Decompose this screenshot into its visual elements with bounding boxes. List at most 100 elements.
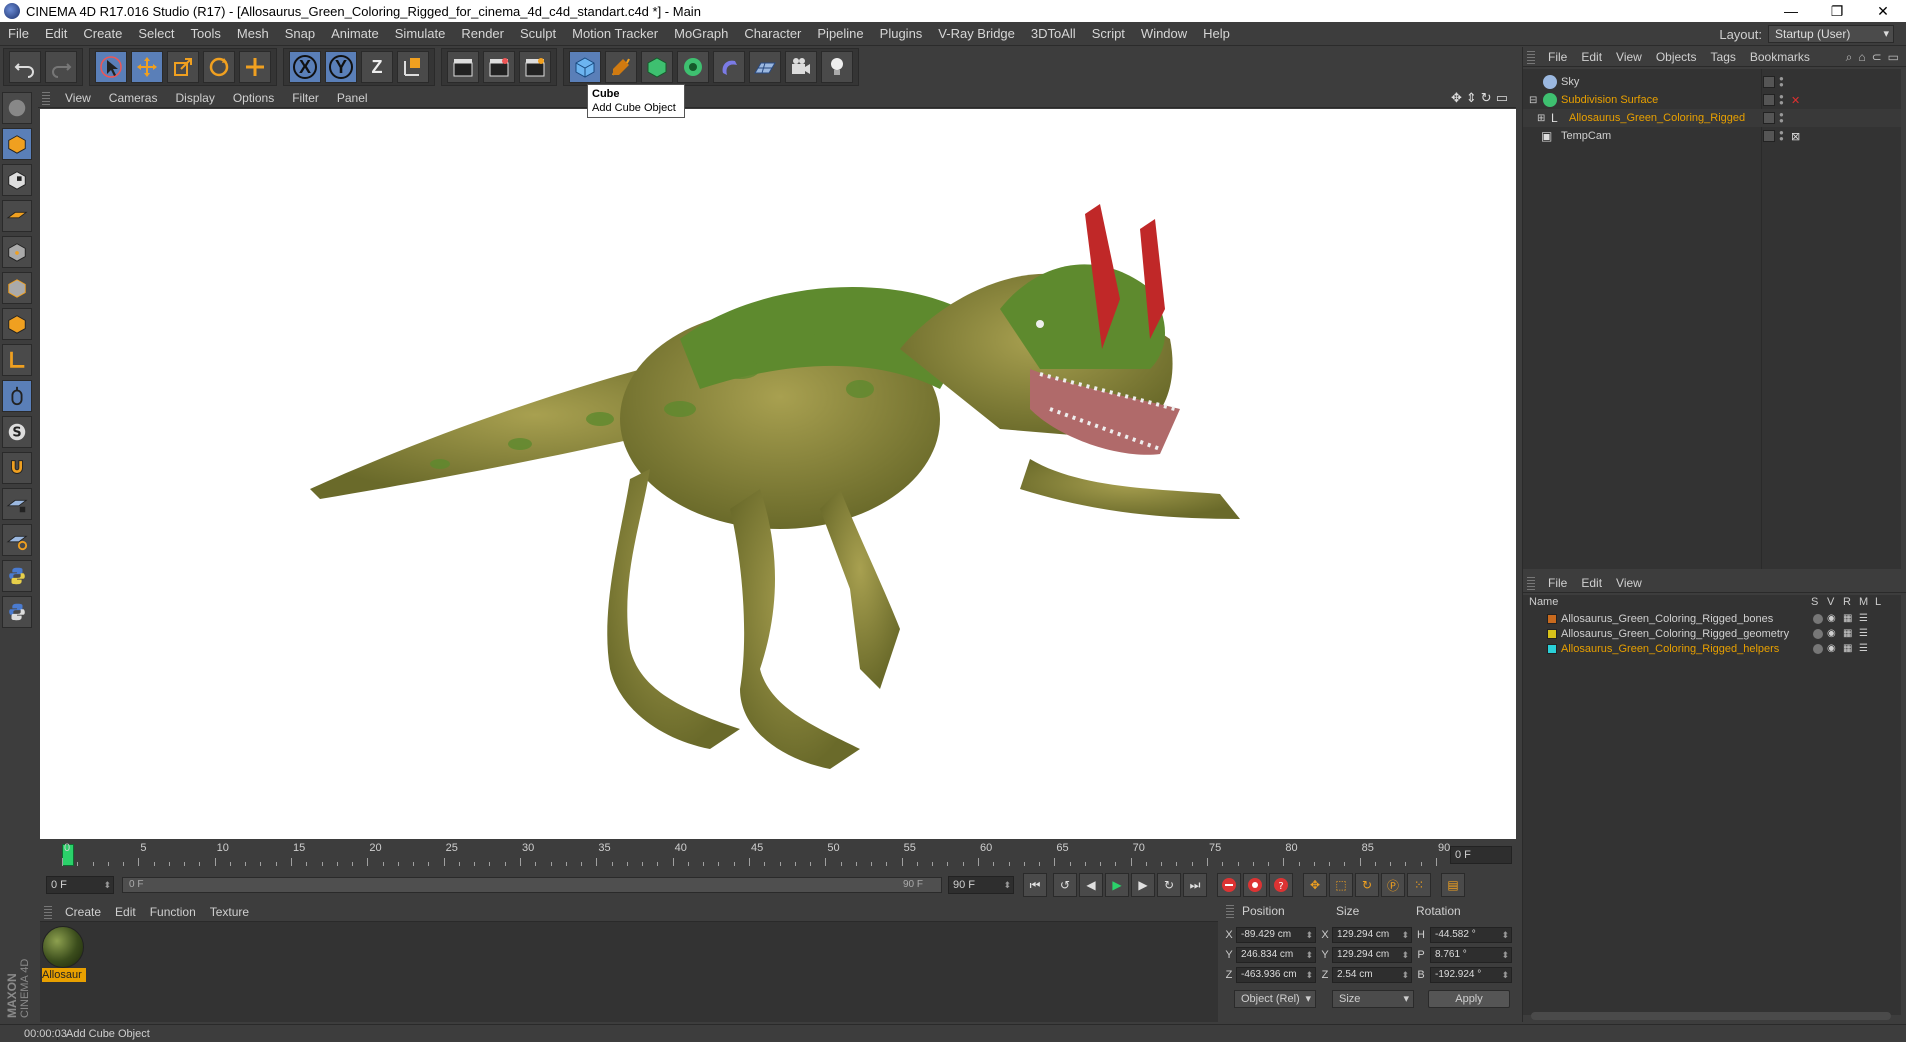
play-button[interactable]: ▶ bbox=[1105, 873, 1129, 897]
visibility-dots[interactable]: ● ● bbox=[1779, 129, 1785, 143]
material-menu-edit[interactable]: Edit bbox=[108, 905, 143, 919]
view-eye-icon[interactable]: ◉ bbox=[1827, 613, 1836, 624]
disabled-x-icon[interactable]: ✕ bbox=[1791, 94, 1800, 107]
collapse-icon[interactable]: ⊟ bbox=[1529, 95, 1537, 106]
go-to-next-frame-button[interactable]: ▶ bbox=[1131, 873, 1155, 897]
layer-row-helpers[interactable]: Allosaurus_Green_Coloring_Rigged_helpers… bbox=[1523, 641, 1901, 656]
menu-animate[interactable]: Animate bbox=[323, 26, 387, 41]
menu-create[interactable]: Create bbox=[75, 26, 130, 41]
visibility-dots[interactable]: ● ● bbox=[1779, 111, 1785, 125]
position-y-field[interactable]: 246.834 cm bbox=[1236, 947, 1316, 963]
move-tool-button[interactable] bbox=[131, 51, 163, 83]
panel-grip[interactable] bbox=[1226, 904, 1234, 918]
menu-script[interactable]: Script bbox=[1084, 26, 1133, 41]
panel-grip[interactable] bbox=[1527, 49, 1535, 64]
scale-tool-button[interactable] bbox=[167, 51, 199, 83]
pen-spline-button[interactable] bbox=[605, 51, 637, 83]
viewport-menu-panel[interactable]: Panel bbox=[328, 91, 377, 105]
edit-visibility-toggle[interactable] bbox=[1763, 112, 1775, 124]
menu-help[interactable]: Help bbox=[1195, 26, 1238, 41]
object-row-allosaurus[interactable]: ⊞ L Allosaurus_Green_Coloring_Rigged ● ● bbox=[1523, 109, 1901, 127]
autokeying-button[interactable] bbox=[1243, 873, 1267, 897]
floor-button[interactable] bbox=[749, 51, 781, 83]
end-frame-field[interactable]: 90 F bbox=[948, 876, 1014, 894]
menu-mograph[interactable]: MoGraph bbox=[666, 26, 736, 41]
layer-row-bones[interactable]: Allosaurus_Green_Coloring_Rigged_bones ◉… bbox=[1523, 611, 1901, 626]
render-icon[interactable]: ▦ bbox=[1843, 643, 1852, 654]
objects-menu-view[interactable]: View bbox=[1609, 50, 1649, 64]
go-to-next-key-button[interactable]: ↻ bbox=[1157, 873, 1181, 897]
keyframe-selection-button[interactable]: ? bbox=[1269, 873, 1293, 897]
rotation-b-field[interactable]: -192.924 ° bbox=[1430, 967, 1512, 983]
menu-plugins[interactable]: Plugins bbox=[872, 26, 931, 41]
menu-snap[interactable]: Snap bbox=[277, 26, 323, 41]
material-menu-create[interactable]: Create bbox=[58, 905, 108, 919]
menu-3dtoall[interactable]: 3DToAll bbox=[1023, 26, 1084, 41]
redo-button[interactable] bbox=[45, 51, 77, 83]
panel-grip[interactable] bbox=[42, 90, 50, 105]
position-x-field[interactable]: -89.429 cm bbox=[1236, 927, 1316, 943]
add-cube-button[interactable] bbox=[569, 51, 601, 83]
object-row-sky[interactable]: Sky ● ● bbox=[1523, 73, 1901, 91]
orbit-icon[interactable]: ↻ bbox=[1481, 90, 1492, 106]
edges-mode-button[interactable] bbox=[2, 272, 32, 304]
go-to-end-button[interactable]: ⏭ bbox=[1183, 873, 1207, 897]
manager-icon[interactable]: ☰ bbox=[1859, 628, 1868, 639]
record-pla-button[interactable]: ⁙ bbox=[1407, 873, 1431, 897]
timeline[interactable]: 0 5 10 15 20 25 30 35 40 45 50 55 60 65 70 75 80 85 90 0 F bbox=[40, 840, 1516, 870]
apply-button[interactable]: Apply bbox=[1428, 990, 1510, 1008]
locked-workplane-button[interactable] bbox=[2, 488, 32, 520]
workplane-mode-button[interactable] bbox=[2, 200, 32, 232]
snap-button[interactable]: S bbox=[2, 416, 32, 448]
objects-menu-file[interactable]: File bbox=[1541, 50, 1574, 64]
viewport-menu-filter[interactable]: Filter bbox=[283, 91, 328, 105]
live-selection-button[interactable] bbox=[95, 51, 127, 83]
layers-menu-file[interactable]: File bbox=[1541, 576, 1574, 590]
rotate-tool-button[interactable] bbox=[203, 51, 235, 83]
material-thumbnail[interactable]: Allosaur bbox=[42, 926, 86, 984]
undo-button[interactable] bbox=[9, 51, 41, 83]
menu-select[interactable]: Select bbox=[130, 26, 182, 41]
horizontal-scrollbar[interactable] bbox=[1531, 1012, 1891, 1020]
objects-menu-objects[interactable]: Objects bbox=[1649, 50, 1704, 64]
manager-icon[interactable]: ☰ bbox=[1859, 613, 1868, 624]
3d-viewport[interactable] bbox=[40, 109, 1516, 839]
edit-visibility-toggle[interactable] bbox=[1763, 94, 1775, 106]
model-mode-button[interactable] bbox=[2, 128, 32, 160]
view-eye-icon[interactable]: ◉ bbox=[1827, 643, 1836, 654]
position-z-field[interactable]: -463.936 cm bbox=[1236, 967, 1316, 983]
menu-sculpt[interactable]: Sculpt bbox=[512, 26, 564, 41]
viewport-menu-view[interactable]: View bbox=[56, 91, 100, 105]
rotation-h-field[interactable]: -44.582 ° bbox=[1430, 927, 1512, 943]
size-z-field[interactable]: 2.54 cm bbox=[1332, 967, 1412, 983]
visibility-dots[interactable]: ● ● bbox=[1779, 93, 1785, 107]
maximize-button[interactable]: ❐ bbox=[1814, 0, 1860, 22]
search-icon[interactable]: ⌕ bbox=[1846, 50, 1853, 65]
panel-grip[interactable] bbox=[44, 904, 52, 919]
planar-workplane-button[interactable] bbox=[2, 524, 32, 556]
layout-select[interactable]: Startup (User) bbox=[1768, 25, 1894, 43]
light-button[interactable] bbox=[821, 51, 853, 83]
material-manager-area[interactable] bbox=[40, 922, 1218, 1022]
make-editable-button[interactable] bbox=[2, 92, 32, 124]
menu-character[interactable]: Character bbox=[736, 26, 809, 41]
record-active-objects-button[interactable] bbox=[1217, 873, 1241, 897]
minimize-button[interactable]: — bbox=[1768, 0, 1814, 22]
size-mode-select[interactable]: Size bbox=[1332, 990, 1414, 1008]
solo-toggle[interactable] bbox=[1813, 628, 1823, 639]
objects-menu-tags[interactable]: Tags bbox=[1704, 50, 1743, 64]
manager-icon[interactable]: ☰ bbox=[1859, 643, 1868, 654]
recent-tool-button[interactable] bbox=[239, 51, 271, 83]
record-parameter-button[interactable]: Ⓟ bbox=[1381, 873, 1405, 897]
viewport-menu-display[interactable]: Display bbox=[166, 91, 223, 105]
render-picture-viewer-button[interactable] bbox=[483, 51, 515, 83]
edit-visibility-toggle[interactable] bbox=[1763, 130, 1775, 142]
magnet-button[interactable] bbox=[2, 452, 32, 484]
record-rotation-button[interactable]: ↻ bbox=[1355, 873, 1379, 897]
menu-mesh[interactable]: Mesh bbox=[229, 26, 277, 41]
menu-vray-bridge[interactable]: V-Ray Bridge bbox=[930, 26, 1023, 41]
go-to-previous-frame-button[interactable]: ◀ bbox=[1079, 873, 1103, 897]
visibility-dots[interactable]: ● ● bbox=[1779, 75, 1785, 89]
panel-grip[interactable] bbox=[1527, 575, 1535, 590]
subdivision-surface-button[interactable] bbox=[641, 51, 673, 83]
